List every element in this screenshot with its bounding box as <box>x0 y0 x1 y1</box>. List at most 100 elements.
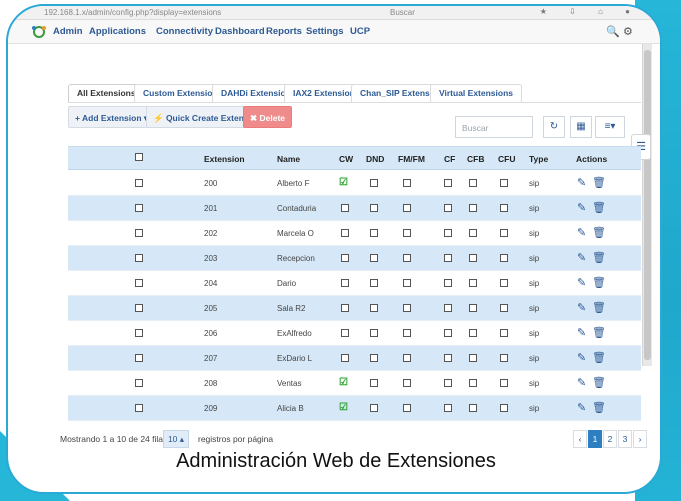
row-select-checkbox[interactable] <box>135 379 143 387</box>
cf-checkbox[interactable] <box>444 379 452 387</box>
cfb-checkbox[interactable] <box>469 229 477 237</box>
trash-icon[interactable]: 🗑 <box>592 251 606 264</box>
trash-icon[interactable]: 🗑 <box>592 201 606 214</box>
pager-next[interactable]: › <box>633 430 647 448</box>
dnd-checkbox[interactable] <box>370 354 378 362</box>
cfb-checkbox[interactable] <box>469 179 477 187</box>
trash-icon[interactable]: 🗑 <box>592 276 606 289</box>
header-cf[interactable]: CF <box>444 154 455 164</box>
cf-checkbox[interactable] <box>444 204 452 212</box>
cfu-checkbox[interactable] <box>500 229 508 237</box>
cfu-checkbox[interactable] <box>500 304 508 312</box>
cfu-checkbox[interactable] <box>500 254 508 262</box>
edit-icon[interactable]: ✎ <box>577 176 586 189</box>
fmfm-checkbox[interactable] <box>403 179 411 187</box>
header-cfu[interactable]: CFU <box>498 154 515 164</box>
cf-checkbox[interactable] <box>444 354 452 362</box>
trash-icon[interactable]: 🗑 <box>592 301 606 314</box>
row-select-checkbox[interactable] <box>135 304 143 312</box>
dnd-checkbox[interactable] <box>370 254 378 262</box>
cfu-checkbox[interactable] <box>500 354 508 362</box>
trash-icon[interactable]: 🗑 <box>592 326 606 339</box>
fmfm-checkbox[interactable] <box>403 329 411 337</box>
nav-reports[interactable]: Reports <box>266 26 302 37</box>
columns-icon[interactable]: ▦ <box>570 116 592 138</box>
nav-ucp[interactable]: UCP <box>350 26 370 37</box>
edit-icon[interactable]: ✎ <box>577 376 586 389</box>
page-scrollbar[interactable] <box>642 44 652 366</box>
search-icon[interactable]: 🔍 <box>606 25 620 38</box>
cf-checkbox[interactable] <box>444 404 452 412</box>
cw-checked-icon[interactable]: ☑ <box>339 177 348 188</box>
edit-icon[interactable]: ✎ <box>577 226 586 239</box>
cw-checkbox[interactable] <box>341 254 349 262</box>
cf-checkbox[interactable] <box>444 254 452 262</box>
nav-dashboard[interactable]: Dashboard <box>215 26 265 37</box>
cfu-checkbox[interactable] <box>500 179 508 187</box>
header-type[interactable]: Type <box>529 154 548 164</box>
dnd-checkbox[interactable] <box>370 404 378 412</box>
cfb-checkbox[interactable] <box>469 254 477 262</box>
row-select-checkbox[interactable] <box>135 404 143 412</box>
per-page-select[interactable]: 10 ▴ <box>163 430 189 448</box>
pager-page-1[interactable]: 1 <box>588 430 602 448</box>
cw-checkbox[interactable] <box>341 279 349 287</box>
select-all-checkbox[interactable] <box>135 153 143 161</box>
cf-checkbox[interactable] <box>444 229 452 237</box>
row-select-checkbox[interactable] <box>135 354 143 362</box>
cw-checkbox[interactable] <box>341 304 349 312</box>
dnd-checkbox[interactable] <box>370 304 378 312</box>
cfu-checkbox[interactable] <box>500 329 508 337</box>
cw-checkbox[interactable] <box>341 329 349 337</box>
cf-checkbox[interactable] <box>444 329 452 337</box>
edit-icon[interactable]: ✎ <box>577 301 586 314</box>
trash-icon[interactable]: 🗑 <box>592 351 606 364</box>
header-name[interactable]: Name <box>277 154 300 164</box>
fmfm-checkbox[interactable] <box>403 404 411 412</box>
cfu-checkbox[interactable] <box>500 404 508 412</box>
cfu-checkbox[interactable] <box>500 279 508 287</box>
header-cw[interactable]: CW <box>339 154 353 164</box>
nav-admin[interactable]: Admin <box>53 26 83 37</box>
pager-prev[interactable]: ‹ <box>573 430 587 448</box>
cfb-checkbox[interactable] <box>469 204 477 212</box>
tab-virtual-extensions[interactable]: Virtual Extensions <box>430 84 523 103</box>
fmfm-checkbox[interactable] <box>403 254 411 262</box>
refresh-icon[interactable]: ↻ <box>543 116 565 138</box>
gear-icon[interactable]: ⚙ <box>623 25 633 38</box>
dnd-checkbox[interactable] <box>370 329 378 337</box>
trash-icon[interactable]: 🗑 <box>592 226 606 239</box>
row-select-checkbox[interactable] <box>135 329 143 337</box>
row-select-checkbox[interactable] <box>135 254 143 262</box>
dnd-checkbox[interactable] <box>370 379 378 387</box>
fmfm-checkbox[interactable] <box>403 354 411 362</box>
edit-icon[interactable]: ✎ <box>577 401 586 414</box>
cfb-checkbox[interactable] <box>469 304 477 312</box>
cfb-checkbox[interactable] <box>469 379 477 387</box>
header-cfb[interactable]: CFB <box>467 154 484 164</box>
cfu-checkbox[interactable] <box>500 379 508 387</box>
cw-checked-icon[interactable]: ☑ <box>339 377 348 388</box>
fmfm-checkbox[interactable] <box>403 229 411 237</box>
edit-icon[interactable]: ✎ <box>577 276 586 289</box>
pager-page-2[interactable]: 2 <box>603 430 617 448</box>
cf-checkbox[interactable] <box>444 179 452 187</box>
edit-icon[interactable]: ✎ <box>577 251 586 264</box>
edit-icon[interactable]: ✎ <box>577 201 586 214</box>
row-select-checkbox[interactable] <box>135 279 143 287</box>
cw-checkbox[interactable] <box>341 204 349 212</box>
pager-page-3[interactable]: 3 <box>618 430 632 448</box>
cw-checked-icon[interactable]: ☑ <box>339 402 348 413</box>
scrollbar-thumb[interactable] <box>644 50 651 360</box>
cf-checkbox[interactable] <box>444 279 452 287</box>
header-dnd[interactable]: DND <box>366 154 384 164</box>
browser-url[interactable]: 192.168.1.x/admin/config.php?display=ext… <box>44 8 221 17</box>
nav-connectivity[interactable]: Connectivity <box>156 26 213 37</box>
trash-icon[interactable]: 🗑 <box>592 376 606 389</box>
edit-icon[interactable]: ✎ <box>577 326 586 339</box>
fmfm-checkbox[interactable] <box>403 304 411 312</box>
trash-icon[interactable]: 🗑 <box>592 176 606 189</box>
fmfm-checkbox[interactable] <box>403 204 411 212</box>
nav-settings[interactable]: Settings <box>306 26 343 37</box>
dnd-checkbox[interactable] <box>370 179 378 187</box>
